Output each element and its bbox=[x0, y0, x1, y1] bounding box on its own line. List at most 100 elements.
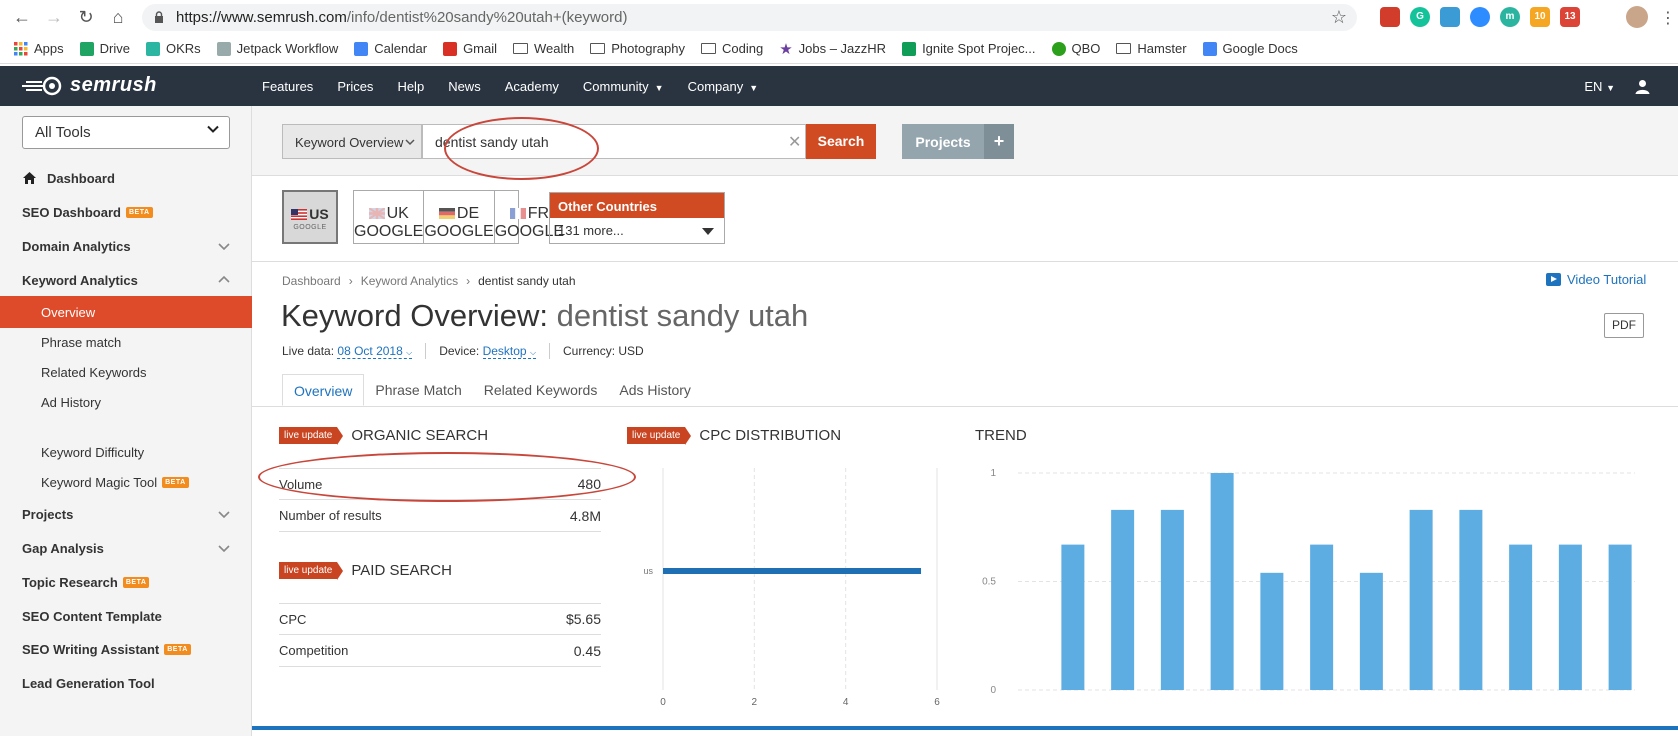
tab-overview[interactable]: Overview bbox=[282, 374, 365, 406]
search-button[interactable]: Search bbox=[806, 124, 876, 159]
sidebar-item-ad-history[interactable]: Ad History bbox=[0, 386, 252, 418]
cpc-label: CPC bbox=[279, 611, 307, 627]
shield-ext-icon[interactable] bbox=[1440, 7, 1460, 27]
reload-icon[interactable]: ↻ bbox=[76, 7, 96, 27]
tab-ads-history[interactable]: Ads History bbox=[608, 374, 702, 406]
bookmark-11[interactable]: QBO bbox=[1051, 41, 1101, 56]
beta-badge: BETA bbox=[162, 476, 189, 488]
forward-arrow-icon[interactable]: → bbox=[44, 7, 64, 27]
badge10-ext-icon[interactable]: 10 bbox=[1530, 7, 1550, 27]
trend-header: TREND bbox=[975, 427, 1027, 444]
sidebar-item-phrase-match[interactable]: Phrase match bbox=[0, 326, 252, 358]
menu-company[interactable]: Company ▼ bbox=[688, 79, 759, 94]
menu-news[interactable]: News bbox=[448, 79, 481, 94]
grammarly-ext-icon[interactable]: G bbox=[1410, 7, 1430, 27]
color-picker-ext-icon[interactable] bbox=[1380, 7, 1400, 27]
y-tick-label: 0.5 bbox=[982, 577, 996, 588]
bookmark-0[interactable]: Apps bbox=[14, 41, 64, 56]
semrush-logo[interactable]: semrush bbox=[20, 74, 157, 97]
bookmark-1[interactable]: Drive bbox=[79, 41, 130, 56]
bookmark-2[interactable]: OKRs bbox=[145, 41, 201, 56]
menu-academy[interactable]: Academy bbox=[505, 79, 559, 94]
sidebar-item-projects[interactable]: Projects bbox=[0, 498, 252, 530]
report-tabs: Overview Phrase Match Related Keywords Ads … bbox=[282, 374, 702, 406]
engine-label: GOOGLE bbox=[354, 223, 424, 240]
pdf-export-button[interactable]: PDF bbox=[1604, 313, 1644, 338]
tab-phrase-match[interactable]: Phrase Match bbox=[364, 374, 472, 406]
sidebar-item-keyword-magic-tool[interactable]: Keyword Magic Tool BETA bbox=[0, 466, 252, 498]
bookmark-6[interactable]: Wealth bbox=[513, 41, 574, 56]
menu-help[interactable]: Help bbox=[397, 79, 424, 94]
back-arrow-icon[interactable]: ← bbox=[12, 7, 32, 27]
sidebar-item-seo-dashboard[interactable]: SEO Dashboard BETA bbox=[0, 196, 252, 228]
sidebar-item-overview[interactable]: Overview bbox=[0, 296, 252, 328]
folder-icon bbox=[513, 43, 529, 54]
clear-search-icon[interactable]: ✕ bbox=[788, 132, 801, 152]
menu-label: Help bbox=[397, 78, 425, 94]
bookmark-3[interactable]: Jetpack Workflow bbox=[216, 41, 339, 56]
sidebar-item-related-keywords[interactable]: Related Keywords bbox=[0, 356, 252, 388]
bookmark-label: QBO bbox=[1071, 41, 1101, 56]
y-category-label: us bbox=[643, 566, 653, 576]
tab-related-keywords[interactable]: Related Keywords bbox=[473, 374, 609, 406]
more-menu-icon[interactable]: ⋮ bbox=[1660, 8, 1676, 28]
sidebar-item-label: Dashboard bbox=[47, 170, 115, 186]
projects-label: Projects bbox=[915, 133, 971, 150]
menu-prices[interactable]: Prices bbox=[337, 79, 373, 94]
sidebar-item-keyword-analytics[interactable]: Keyword Analytics bbox=[0, 264, 252, 296]
url-path: /info/dentist%20sandy%20utah+(keyword) bbox=[346, 9, 628, 26]
bookmark-label: Jetpack Workflow bbox=[236, 41, 339, 56]
menu-label: Community bbox=[582, 78, 649, 94]
search-header: Keyword Overview dentist sandy utah ✕ Se… bbox=[252, 106, 1678, 176]
add-project-icon[interactable]: + bbox=[984, 124, 1014, 159]
bookmark-8[interactable]: Coding bbox=[700, 41, 763, 56]
breadcrumb-link[interactable]: Dashboard bbox=[282, 274, 341, 288]
country-us-button[interactable]: US GOOGLE bbox=[282, 190, 338, 244]
volume-value: 480 bbox=[577, 476, 601, 492]
sidebar-item-lead-generation-tool[interactable]: Lead Generation Tool bbox=[0, 667, 252, 699]
country-uk-button[interactable]: UK GOOGLE bbox=[354, 191, 425, 243]
sidebar-item-keyword-difficulty[interactable]: Keyword Difficulty bbox=[0, 436, 252, 468]
mail-ext-icon[interactable]: 13 bbox=[1560, 7, 1580, 27]
sidebar-item-gap-analysis[interactable]: Gap Analysis bbox=[0, 532, 252, 564]
sidebar-item-topic-research[interactable]: Topic Research BETA bbox=[0, 566, 252, 598]
m-ext-icon[interactable]: m bbox=[1500, 7, 1520, 27]
bookmark-5[interactable]: Gmail bbox=[443, 41, 497, 56]
bookmark-12[interactable]: Hamster bbox=[1116, 41, 1187, 56]
profile-avatar[interactable] bbox=[1626, 6, 1648, 28]
breadcrumb-link[interactable]: Keyword Analytics bbox=[361, 274, 458, 288]
user-icon[interactable] bbox=[1635, 79, 1650, 94]
sidebar-item-label: Phrase match bbox=[41, 334, 122, 350]
keyword-search-input[interactable]: dentist sandy utah bbox=[422, 124, 806, 159]
bookmark-star-icon[interactable]: ☆ bbox=[1331, 7, 1347, 28]
bookmark-9[interactable]: ★ Jobs – JazzHR bbox=[779, 40, 886, 58]
all-tools-select[interactable]: All Tools bbox=[22, 116, 230, 149]
device-select[interactable]: Desktop ⌵ bbox=[482, 344, 537, 359]
menu-community[interactable]: Community ▼ bbox=[583, 79, 664, 94]
report-select[interactable]: Keyword Overview bbox=[282, 124, 422, 159]
bookmark-13[interactable]: Google Docs bbox=[1202, 41, 1298, 56]
page-title-keyword: dentist sandy utah bbox=[556, 298, 809, 333]
zoom-ext-icon[interactable] bbox=[1470, 7, 1490, 27]
address-bar[interactable]: https://www.semrush.com/info/dentist%20s… bbox=[142, 4, 1357, 31]
country-de-button[interactable]: DE GOOGLE bbox=[424, 191, 495, 243]
sidebar-item-label: Gap Analysis bbox=[22, 540, 104, 556]
bookmark-10[interactable]: Ignite Spot Projec... bbox=[902, 41, 1036, 56]
y-tick-label: 0 bbox=[990, 685, 996, 696]
video-tutorial-link[interactable]: Video Tutorial bbox=[1546, 272, 1646, 287]
sheets-icon bbox=[902, 41, 917, 56]
other-countries-select[interactable]: Other Countries 131 more... bbox=[549, 192, 725, 244]
bookmark-4[interactable]: Calendar bbox=[354, 41, 427, 56]
projects-button[interactable]: Projects + bbox=[902, 124, 1014, 159]
menu-features[interactable]: Features bbox=[262, 79, 313, 94]
sidebar-item-domain-analytics[interactable]: Domain Analytics bbox=[0, 230, 252, 262]
sidebar-item-seo-writing-assistant[interactable]: SEO Writing Assistant BETA bbox=[0, 633, 252, 665]
breadcrumb-current: dentist sandy utah bbox=[478, 274, 576, 288]
bookmark-7[interactable]: Photography bbox=[590, 41, 685, 56]
sidebar-item-dashboard[interactable]: Dashboard bbox=[0, 162, 252, 194]
home-icon[interactable]: ⌂ bbox=[108, 7, 128, 27]
date-select[interactable]: 08 Oct 2018 ⌵ bbox=[337, 344, 413, 359]
sidebar-item-seo-content-template[interactable]: SEO Content Template bbox=[0, 600, 252, 632]
language-select[interactable]: EN ▼ bbox=[1584, 79, 1615, 94]
sidebar-item-label: Related Keywords bbox=[41, 364, 147, 380]
